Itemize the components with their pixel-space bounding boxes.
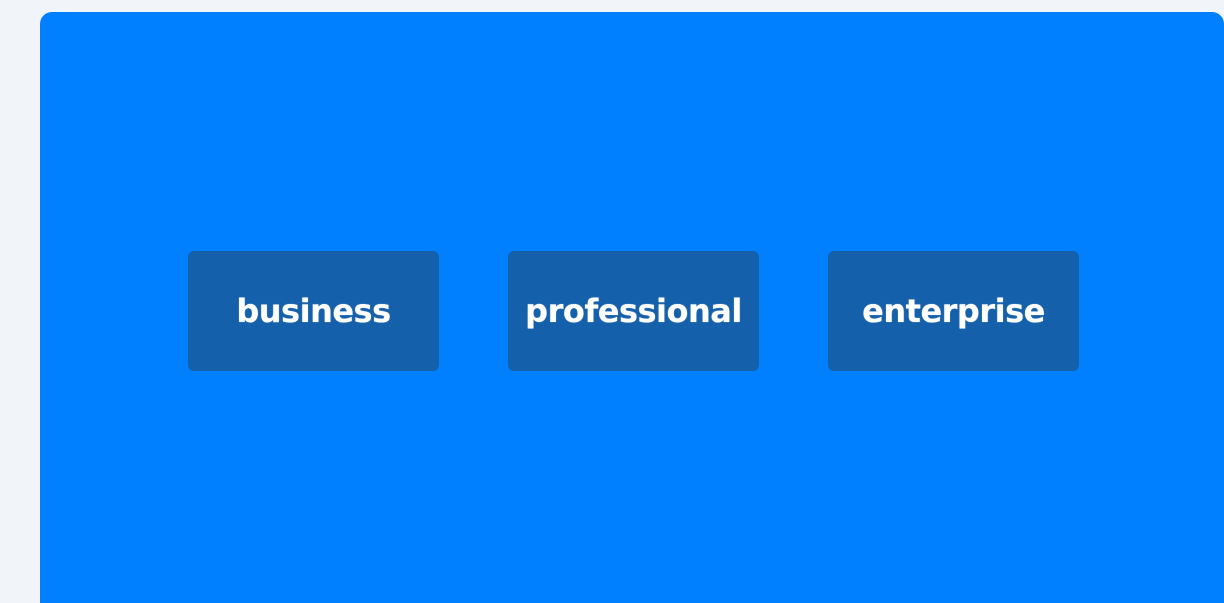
plan-selection-panel: business professional enterprise <box>40 12 1224 603</box>
professional-plan-button[interactable]: professional <box>508 251 759 371</box>
enterprise-plan-button[interactable]: enterprise <box>828 251 1079 371</box>
enterprise-plan-label: enterprise <box>862 292 1045 330</box>
business-plan-button[interactable]: business <box>188 251 439 371</box>
plan-button-row: business professional enterprise <box>188 251 1079 371</box>
business-plan-label: business <box>236 292 391 330</box>
professional-plan-label: professional <box>525 292 742 330</box>
page: business professional enterprise <box>0 0 1224 603</box>
